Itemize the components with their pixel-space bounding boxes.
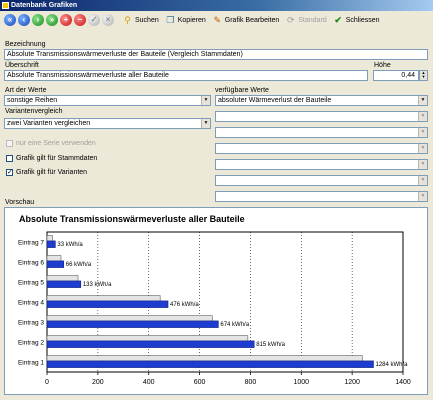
chart-edit-icon: ✎ bbox=[213, 14, 222, 25]
edit-chart-button[interactable]: ✎ Grafik Bearbeiten bbox=[212, 14, 280, 26]
category-label: Eintrag 5 bbox=[18, 280, 44, 287]
chevron-down-icon: ▼ bbox=[201, 119, 210, 128]
x-tick-label: 1000 bbox=[293, 379, 309, 386]
bar-series-2 bbox=[46, 255, 62, 262]
chevron-down-icon: ▼ bbox=[418, 192, 427, 201]
x-tick-label: 400 bbox=[143, 379, 155, 386]
bar-series-2 bbox=[46, 295, 161, 302]
verfuegbar-label: verfügbare Werte bbox=[215, 87, 269, 94]
first-record-icon[interactable]: « bbox=[4, 14, 16, 26]
verfuegbar-select-7[interactable]: ▼ bbox=[215, 191, 428, 202]
checkmark-icon: ✔ bbox=[334, 14, 342, 25]
bar-series-1 bbox=[46, 300, 169, 308]
variantenvergleich-label: Variantenvergleich bbox=[5, 108, 63, 115]
previous-record-icon[interactable]: ‹ bbox=[18, 14, 30, 26]
chevron-down-icon: ▼ bbox=[418, 176, 427, 185]
ueberschrift-label: Überschrift bbox=[5, 62, 39, 69]
nur-eine-serie-checkbox[interactable]: nur eine Serie verwenden bbox=[6, 140, 96, 147]
cancel-icon[interactable]: × bbox=[102, 14, 114, 26]
window-title: Datenbank Grafiken bbox=[11, 2, 78, 9]
next-record-icon[interactable]: › bbox=[32, 14, 44, 26]
bar-chart: 0 200 400 600 800 1000 1200 1400 33 kWh/a Eintrag… bbox=[18, 231, 411, 386]
bar-series-1 bbox=[46, 320, 219, 328]
art-label: Art der Werte bbox=[5, 87, 47, 94]
grafik-stammdaten-checkbox[interactable]: Grafik gilt für Stammdaten bbox=[6, 155, 97, 162]
x-tick-label: 600 bbox=[194, 379, 206, 386]
hoehe-spinner[interactable]: ▲ ▼ bbox=[419, 70, 428, 81]
grafik-varianten-checkbox[interactable]: ✓ Grafik gilt für Varianten bbox=[6, 169, 87, 176]
category-label: Eintrag 6 bbox=[18, 260, 44, 267]
vorschau-label: Vorschau bbox=[5, 199, 35, 206]
hoehe-label: Höhe bbox=[374, 62, 391, 69]
bar-series-1 bbox=[46, 260, 65, 268]
data-label: 815 kWh/a bbox=[256, 342, 285, 348]
bar-series-1 bbox=[46, 280, 82, 288]
verfuegbar-select-6[interactable]: ▼ bbox=[215, 175, 428, 186]
last-record-icon[interactable]: » bbox=[46, 14, 58, 26]
bar-series-2 bbox=[46, 355, 363, 362]
checkbox-box bbox=[6, 155, 13, 162]
standard-icon: ⟳ bbox=[286, 14, 295, 25]
bar-series-2 bbox=[46, 275, 79, 282]
chevron-down-icon: ▼ bbox=[418, 112, 427, 121]
data-label: 133 kWh/a bbox=[83, 282, 112, 288]
chevron-down-icon: ▼ bbox=[418, 96, 427, 105]
chevron-down-icon: ▼ bbox=[418, 144, 427, 153]
x-tick-label: 200 bbox=[92, 379, 104, 386]
data-label: 1284 kWh/a bbox=[376, 362, 409, 368]
x-tick-label: 1400 bbox=[395, 379, 411, 386]
app-icon bbox=[2, 2, 9, 9]
category-label: Eintrag 2 bbox=[18, 340, 44, 347]
verfuegbar-select-1[interactable]: absoluter Wärmeverlust der Bauteile ▼ bbox=[215, 95, 428, 106]
chevron-down-icon: ▼ bbox=[418, 128, 427, 137]
data-label: 476 kWh/a bbox=[170, 302, 199, 308]
toolbar: « ‹ › » + − ✓ × ⚲ Suchen ❐ Kopieren ✎ Gr… bbox=[0, 11, 433, 29]
chevron-down-icon: ▼ bbox=[418, 160, 427, 169]
bezeichnung-field[interactable]: Absolute Transmissionswärmeverluste der … bbox=[4, 49, 428, 60]
x-tick-label: 1200 bbox=[344, 379, 360, 386]
data-label: 33 kWh/a bbox=[57, 242, 83, 248]
title-bar: Datenbank Grafiken bbox=[0, 0, 433, 11]
x-tick-label: 0 bbox=[45, 379, 49, 386]
add-record-icon[interactable]: + bbox=[60, 14, 72, 26]
bezeichnung-label: Bezeichnung bbox=[5, 41, 46, 48]
category-label: Eintrag 4 bbox=[18, 300, 44, 307]
chart-preview: Absolute Transmissionswärmeverluste alle… bbox=[4, 207, 428, 395]
copy-icon: ❐ bbox=[166, 14, 175, 25]
hoehe-field[interactable]: 0,44 bbox=[373, 70, 419, 81]
bar-series-1 bbox=[46, 360, 374, 368]
standard-button[interactable]: ⟳ Standard bbox=[285, 14, 327, 26]
category-label: Eintrag 3 bbox=[18, 320, 44, 327]
verfuegbar-select-3[interactable]: ▼ bbox=[215, 127, 428, 138]
bar-series-1 bbox=[46, 340, 255, 348]
copy-button[interactable]: ❐ Kopieren bbox=[165, 15, 206, 26]
bar-series-2 bbox=[46, 335, 249, 342]
data-label: 66 kWh/a bbox=[66, 262, 92, 268]
verfuegbar-select-2[interactable]: ▼ bbox=[215, 111, 428, 122]
checkmark-icon: ✓ bbox=[6, 169, 13, 176]
ueberschrift-field[interactable]: Absolute Transmissionswärmeverluste alle… bbox=[4, 70, 368, 81]
verfuegbar-select-5[interactable]: ▼ bbox=[215, 159, 428, 170]
data-label: 674 kWh/a bbox=[220, 322, 249, 328]
bar-series-2 bbox=[46, 315, 213, 322]
x-tick-label: 800 bbox=[245, 379, 257, 386]
category-label: Eintrag 7 bbox=[18, 240, 44, 247]
delete-record-icon[interactable]: − bbox=[74, 14, 86, 26]
confirm-icon[interactable]: ✓ bbox=[88, 14, 100, 26]
checkbox-box bbox=[6, 140, 13, 147]
bar-series-2 bbox=[46, 235, 53, 242]
bar-series-1 bbox=[46, 240, 56, 248]
search-button[interactable]: ⚲ Suchen bbox=[122, 15, 159, 26]
category-label: Eintrag 1 bbox=[18, 360, 44, 367]
verfuegbar-select-4[interactable]: ▼ bbox=[215, 143, 428, 154]
search-icon: ⚲ bbox=[124, 14, 131, 25]
art-select[interactable]: sonstige Reihen ▼ bbox=[4, 95, 211, 106]
variantenvergleich-select[interactable]: zwei Varianten vergleichen ▼ bbox=[4, 118, 211, 129]
close-button[interactable]: ✔ Schliessen bbox=[333, 14, 379, 26]
chevron-down-icon: ▼ bbox=[201, 96, 210, 105]
